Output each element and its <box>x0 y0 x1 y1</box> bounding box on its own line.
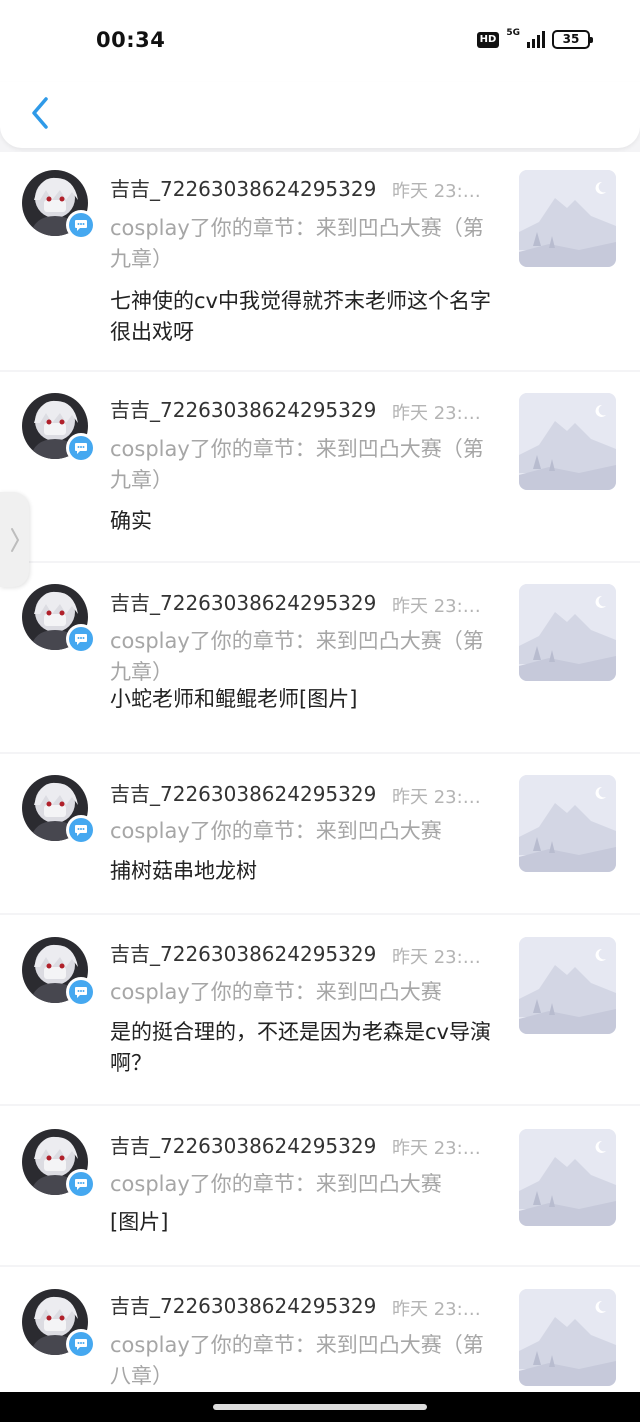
username[interactable]: 吉吉_72263038624295329 <box>110 1290 376 1319</box>
status-time: 00:34 <box>96 28 166 52</box>
comment-badge <box>66 1329 96 1359</box>
notification-item[interactable]: 吉吉_72263038624295329 昨天 23:… cosplay了你的章… <box>0 754 640 913</box>
timestamp: 昨天 23:… <box>392 1299 481 1320</box>
network-type-icon: 5G <box>506 28 520 38</box>
comment-badge <box>66 433 96 463</box>
comment-text: 是的挺合理的，不还是因为老森是cv导演啊？ <box>110 1020 491 1075</box>
comment-badge <box>66 1169 96 1199</box>
action-text: cosplay了你的章节：来到凹凸大赛 <box>110 980 442 1004</box>
timestamp: 昨天 23:… <box>392 181 481 202</box>
avatar[interactable] <box>22 1289 96 1359</box>
avatar[interactable] <box>22 393 96 463</box>
comment-badge <box>66 977 96 1007</box>
action-text: cosplay了你的章节：来到凹凸大赛（第九章） <box>110 437 484 492</box>
message-bubble-icon <box>75 219 87 231</box>
hd-icon: HD <box>476 31 500 48</box>
username[interactable]: 吉吉_72263038624295329 <box>110 778 376 807</box>
chapter-thumbnail[interactable] <box>519 1289 616 1386</box>
image-placeholder-icon <box>519 1289 616 1386</box>
timestamp: 昨天 23:… <box>392 787 481 808</box>
notification-list: 吉吉_72263038624295329 昨天 23:… cosplay了你的章… <box>0 152 640 1422</box>
avatar[interactable] <box>22 1129 96 1199</box>
chapter-thumbnail[interactable] <box>519 1129 616 1226</box>
comment-badge <box>66 815 96 845</box>
action-text: cosplay了你的章节：来到凹凸大赛（第九章） <box>110 629 484 684</box>
comment-text: 确实 <box>110 509 152 533</box>
comment-text: 七神使的cv中我觉得就芥末老师这个名字很出戏呀 <box>110 289 491 344</box>
message-bubble-icon <box>75 1178 87 1190</box>
username[interactable]: 吉吉_72263038624295329 <box>110 938 376 967</box>
username[interactable]: 吉吉_72263038624295329 <box>110 587 376 616</box>
image-placeholder-icon <box>519 775 616 872</box>
status-bar: 00:34 HD 5G 35 <box>0 0 640 82</box>
back-button[interactable] <box>20 90 60 136</box>
battery-icon: 35 <box>552 30 593 49</box>
chevron-right-icon <box>10 527 19 552</box>
comment-text: [图片] <box>110 1210 169 1234</box>
username[interactable]: 吉吉_72263038624295329 <box>110 1130 376 1159</box>
notification-item[interactable]: 吉吉_72263038624295329 昨天 23:… cosplay了你的章… <box>0 563 640 752</box>
image-placeholder-icon <box>519 1129 616 1226</box>
timestamp: 昨天 23:… <box>392 947 481 968</box>
side-drawer-handle[interactable] <box>0 492 29 587</box>
image-placeholder-icon <box>519 170 616 267</box>
image-placeholder-icon <box>519 393 616 490</box>
notification-item[interactable]: 吉吉_72263038624295329 昨天 23:… cosplay了你的章… <box>0 1106 640 1265</box>
chapter-thumbnail[interactable] <box>519 937 616 1034</box>
message-bubble-icon <box>75 633 87 645</box>
comment-badge <box>66 624 96 654</box>
notification-item[interactable]: 吉吉_72263038624295329 昨天 23:… cosplay了你的章… <box>0 915 640 1104</box>
comment-text: 捕树菇串地龙树 <box>110 859 257 883</box>
chapter-thumbnail[interactable] <box>519 393 616 490</box>
chevron-left-icon <box>32 97 48 129</box>
avatar[interactable] <box>22 937 96 1007</box>
timestamp: 昨天 23:… <box>392 596 481 617</box>
action-text: cosplay了你的章节：来到凹凸大赛（第八章） <box>110 1333 484 1388</box>
action-text: cosplay了你的章节：来到凹凸大赛（第九章） <box>110 216 484 271</box>
image-placeholder-icon <box>519 584 616 681</box>
system-navigation-bar <box>0 1392 640 1422</box>
chapter-thumbnail[interactable] <box>519 170 616 267</box>
comment-badge <box>66 210 96 240</box>
notification-item[interactable]: 吉吉_72263038624295329 昨天 23:… cosplay了你的章… <box>0 372 640 561</box>
status-icons: HD 5G 35 <box>476 28 593 49</box>
username[interactable]: 吉吉_72263038624295329 <box>110 394 376 423</box>
timestamp: 昨天 23:… <box>392 1138 481 1159</box>
chapter-thumbnail[interactable] <box>519 584 616 681</box>
chapter-thumbnail[interactable] <box>519 775 616 872</box>
message-bubble-icon <box>75 824 87 836</box>
image-placeholder-icon <box>519 937 616 1034</box>
avatar[interactable] <box>22 170 96 240</box>
notification-item[interactable]: 吉吉_72263038624295329 昨天 23:… cosplay了你的章… <box>0 152 640 370</box>
username[interactable]: 吉吉_72263038624295329 <box>110 173 376 202</box>
message-bubble-icon <box>75 1338 87 1350</box>
app-header <box>0 82 640 148</box>
timestamp: 昨天 23:… <box>392 403 481 424</box>
signal-icon <box>527 31 545 48</box>
message-bubble-icon <box>75 442 87 454</box>
home-indicator[interactable] <box>213 1404 427 1410</box>
action-text: cosplay了你的章节：来到凹凸大赛 <box>110 1172 442 1196</box>
avatar[interactable] <box>22 584 96 654</box>
comment-text: 小蛇老师和鲲鲲老师[图片] <box>110 687 358 711</box>
avatar[interactable] <box>22 775 96 845</box>
action-text: cosplay了你的章节：来到凹凸大赛 <box>110 819 442 843</box>
message-bubble-icon <box>75 986 87 998</box>
